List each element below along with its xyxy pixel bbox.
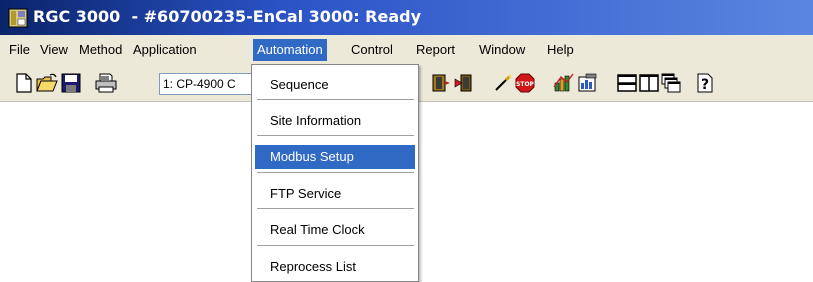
cascade-icon[interactable]	[660, 72, 682, 94]
menu-separator	[257, 172, 414, 174]
tool-icon[interactable]	[492, 72, 514, 94]
document-combo[interactable]: 1: CP-4900 C	[159, 73, 255, 95]
menu-item-site-information[interactable]: Site Information	[255, 109, 415, 133]
menu-application[interactable]: Application	[129, 39, 201, 61]
app-icon	[8, 8, 28, 28]
chart-icon[interactable]	[553, 72, 575, 94]
print-icon[interactable]	[95, 72, 117, 94]
menu-separator	[257, 135, 414, 137]
run-icon[interactable]	[430, 72, 452, 94]
svg-text:STOP: STOP	[516, 81, 535, 88]
menu-separator	[257, 245, 414, 247]
menu-item-ftp-service[interactable]: FTP Service	[255, 182, 415, 206]
title-bar[interactable]: RGC 3000 - #60700235-EnCal 3000: Ready	[0, 0, 813, 35]
tile-horizontal-icon[interactable]	[616, 72, 638, 94]
menu-item-sequence[interactable]: Sequence	[255, 73, 415, 97]
tile-vertical-icon[interactable]	[638, 72, 660, 94]
menu-automation[interactable]: Automation	[253, 39, 327, 61]
window-title: RGC 3000 - #60700235-EnCal 3000: Ready	[33, 7, 422, 26]
menu-method[interactable]: Method	[75, 39, 126, 61]
menu-separator	[257, 99, 414, 101]
menu-item-modbus-setup[interactable]: Modbus Setup	[255, 145, 415, 169]
open-folder-icon[interactable]	[36, 72, 58, 94]
help-icon[interactable]: ?	[695, 72, 717, 94]
stop-icon[interactable]: STOP	[514, 72, 536, 94]
menu-report[interactable]: Report	[412, 39, 459, 61]
menu-window[interactable]: Window	[475, 39, 529, 61]
menu-help[interactable]: Help	[543, 39, 578, 61]
report-icon[interactable]	[576, 72, 598, 94]
svg-text:?: ?	[701, 77, 709, 93]
menu-item-real-time-clock[interactable]: Real Time Clock	[255, 218, 415, 242]
menu-view[interactable]: View	[36, 39, 72, 61]
menu-file[interactable]: File	[5, 39, 34, 61]
menu-item-reprocess-list[interactable]: Reprocess List	[255, 255, 415, 279]
new-file-icon[interactable]	[13, 72, 35, 94]
menu-control[interactable]: Control	[347, 39, 397, 61]
save-icon[interactable]	[60, 72, 82, 94]
menu-separator	[257, 208, 414, 210]
exit-icon[interactable]	[452, 72, 474, 94]
automation-menu: Sequence Site Information Modbus Setup F…	[251, 64, 419, 282]
menu-bar: File View Method Application Automation …	[0, 35, 813, 64]
